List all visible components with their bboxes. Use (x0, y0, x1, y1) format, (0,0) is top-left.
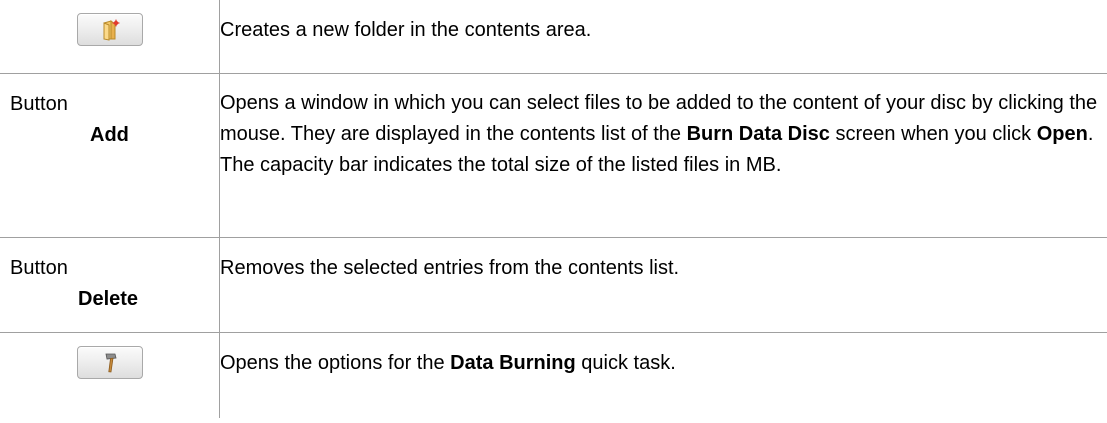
label-cell (0, 0, 220, 74)
description-text: Opens the options for the Data Burning q… (220, 352, 676, 374)
new-folder-icon (103, 19, 119, 41)
options-button[interactable] (76, 346, 143, 379)
element-type-label: Button (10, 257, 68, 279)
label-cell (0, 332, 220, 418)
element-type-label: Button (10, 93, 68, 115)
new-folder-button[interactable] (76, 13, 143, 46)
description-cell: Removes the selected entries from the co… (219, 237, 1107, 333)
description-text: Removes the selected entries from the co… (220, 257, 680, 279)
label-cell: Button Add (0, 73, 220, 238)
description-table: Creates a new folder in the contents are… (0, 0, 1107, 418)
data-burning-term: Data Burning (450, 352, 576, 374)
label-cell: Button Delete (0, 237, 220, 333)
table-row: Button Add Opens a window in which you c… (0, 73, 1107, 238)
description-cell: Opens a window in which you can select f… (219, 73, 1107, 238)
burn-data-disc-term: Burn Data Disc (686, 123, 830, 145)
description-text: Opens a window in which you can select f… (220, 92, 1098, 176)
hammer-icon (105, 353, 116, 372)
open-term: Open (1036, 123, 1088, 145)
description-text: Creates a new folder in the contents are… (220, 19, 592, 41)
table-row: Creates a new folder in the contents are… (0, 0, 1107, 74)
description-cell: Opens the options for the Data Burning q… (219, 332, 1107, 418)
delete-button-label: Delete (78, 288, 139, 310)
description-cell: Creates a new folder in the contents are… (219, 0, 1107, 74)
table-row: Opens the options for the Data Burning q… (0, 332, 1107, 418)
table-row: Button Delete Removes the selected entri… (0, 237, 1107, 333)
add-button-label: Add (90, 124, 129, 146)
